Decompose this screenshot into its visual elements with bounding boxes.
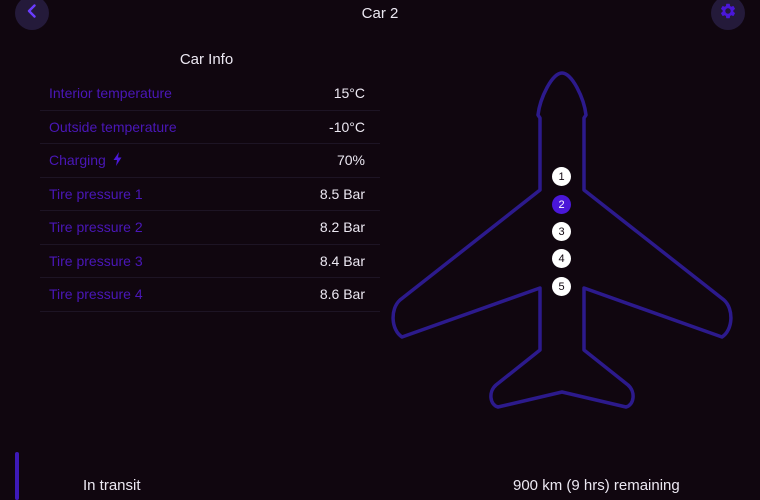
info-value: 70% bbox=[336, 152, 365, 169]
info-row-tire-pressure-1: Tire pressure 1 8.5 Bar bbox=[40, 178, 380, 211]
car-info-panel: Car Info Interior temperature 15°C Outsi… bbox=[40, 50, 380, 312]
info-label-charging: Charging bbox=[49, 151, 122, 169]
seat-marker-3[interactable]: 3 bbox=[552, 222, 571, 241]
seat-marker-2[interactable]: 2 bbox=[552, 195, 571, 214]
transit-status: In transit bbox=[83, 477, 141, 494]
plane-outline bbox=[391, 71, 733, 409]
vehicle-diagram: 1 2 3 4 5 bbox=[390, 68, 735, 416]
status-accent-bar bbox=[15, 452, 19, 500]
info-value: 15°C bbox=[333, 85, 365, 102]
settings-button[interactable] bbox=[711, 0, 745, 30]
gear-icon bbox=[719, 2, 737, 25]
info-value: 8.5 Bar bbox=[319, 185, 365, 202]
info-label: Tire pressure 4 bbox=[49, 286, 143, 303]
seat-marker-1[interactable]: 1 bbox=[552, 167, 571, 186]
page-title: Car 2 bbox=[361, 5, 399, 22]
info-row-tire-pressure-4: Tire pressure 4 8.6 Bar bbox=[40, 278, 380, 312]
info-value: -10°C bbox=[329, 118, 365, 135]
info-row-tire-pressure-3: Tire pressure 3 8.4 Bar bbox=[40, 245, 380, 278]
info-label: Outside temperature bbox=[49, 118, 177, 135]
lightning-bolt-icon bbox=[113, 151, 122, 169]
car-info-title: Car Info bbox=[179, 51, 234, 68]
info-value: 8.6 Bar bbox=[319, 286, 365, 303]
info-value: 8.4 Bar bbox=[319, 252, 365, 269]
info-label: Tire pressure 1 bbox=[49, 185, 143, 202]
info-label: Charging bbox=[49, 152, 106, 169]
info-row-interior-temperature: Interior temperature 15°C bbox=[40, 77, 380, 111]
info-label: Tire pressure 3 bbox=[49, 252, 143, 269]
info-row-outside-temperature: Outside temperature -10°C bbox=[40, 111, 380, 144]
info-row-charging: Charging 70% bbox=[40, 144, 380, 178]
seat-marker-5[interactable]: 5 bbox=[552, 277, 571, 296]
info-label: Tire pressure 2 bbox=[49, 219, 143, 236]
seat-marker-4[interactable]: 4 bbox=[552, 249, 571, 268]
info-row-tire-pressure-2: Tire pressure 2 8.2 Bar bbox=[40, 211, 380, 245]
top-bar: Car 2 bbox=[0, 0, 760, 30]
info-label: Interior temperature bbox=[49, 85, 172, 102]
remaining-distance: 900 km (9 hrs) remaining bbox=[513, 477, 680, 494]
info-value: 8.2 Bar bbox=[319, 219, 365, 236]
